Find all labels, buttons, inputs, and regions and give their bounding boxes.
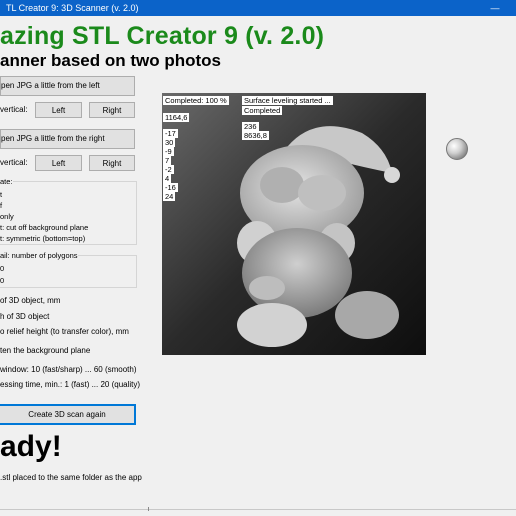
shaded-sphere-icon <box>446 138 468 160</box>
right-vertical-label: vertical: <box>0 158 28 167</box>
right-photo-rotate-left-button[interactable]: Left <box>35 155 82 171</box>
create-option[interactable]: only <box>0 212 14 221</box>
left-number: -17 <box>163 129 178 138</box>
ready-status: ady! <box>0 430 62 463</box>
right-photo-rotate-right-button[interactable]: Right <box>89 155 135 171</box>
depth-map-image <box>162 93 426 355</box>
left-number: -2 <box>163 165 174 174</box>
window-title: TL Creator 9: 3D Scanner (v. 2.0) <box>6 3 139 13</box>
open-left-photo-button[interactable]: pen JPG a little from the left <box>0 76 135 96</box>
left-photo-rotate-left-button[interactable]: Left <box>35 102 82 118</box>
create-options-title: ate: <box>0 177 13 186</box>
value-a-label: 1164,6 <box>163 113 190 122</box>
detail-options-title: ail: number of polygons <box>0 251 78 260</box>
app-title: azing STL Creator 9 (v. 2.0) <box>0 22 325 50</box>
bottom-divider <box>0 509 516 510</box>
create-option[interactable]: t <box>0 190 2 199</box>
detail-option[interactable]: 0 <box>0 276 4 285</box>
left-number: 24 <box>163 192 176 201</box>
open-right-photo-button[interactable]: pen JPG a little from the right <box>0 129 135 149</box>
left-photo-rotate-right-button[interactable]: Right <box>89 102 135 118</box>
left-number: -16 <box>163 183 178 192</box>
setting-relief-height: o relief height (to transfer color), mm <box>0 327 129 336</box>
window-titlebar: TL Creator 9: 3D Scanner (v. 2.0) — <box>0 0 516 16</box>
left-number: 7 <box>163 156 172 165</box>
saved-status: .stl placed to the same folder as the ap… <box>0 473 142 482</box>
setting-window-size: window: 10 (fast/sharp) ... 60 (smooth) <box>0 365 137 374</box>
setting-processing-time: essing time, min.: 1 (fast) ... 20 (qual… <box>0 380 141 389</box>
left-number: 30 <box>163 138 176 147</box>
app-subtitle: anner based on two photos <box>0 51 222 70</box>
depth-map-preview: Completed: 100 % Surface leveling starte… <box>162 93 426 355</box>
setting-object-size: of 3D object, mm <box>0 296 61 305</box>
left-vertical-label: vertical: <box>0 105 28 114</box>
create-3d-scan-button[interactable]: Create 3D scan again <box>0 404 136 425</box>
detail-option[interactable]: 0 <box>0 264 4 273</box>
right-number: 236 <box>242 122 259 131</box>
create-option[interactable]: f <box>0 201 2 210</box>
left-number: 4 <box>163 174 172 183</box>
setting-object-depth: h of 3D object <box>0 312 50 321</box>
setting-flatten-background[interactable]: ten the background plane <box>0 346 90 355</box>
resize-tick <box>148 507 149 511</box>
right-number: 8636,8 <box>242 131 269 140</box>
left-number: -9 <box>163 147 174 156</box>
leveling-label: Surface leveling started ... <box>242 96 333 105</box>
minimize-button[interactable]: — <box>490 0 500 16</box>
create-option[interactable]: t: symmetric (bottom=top) <box>0 234 85 243</box>
leveling-done-label: Completed <box>242 106 283 115</box>
completed-label: Completed: 100 % <box>163 96 229 105</box>
create-option[interactable]: t: cut off background plane <box>0 223 88 232</box>
